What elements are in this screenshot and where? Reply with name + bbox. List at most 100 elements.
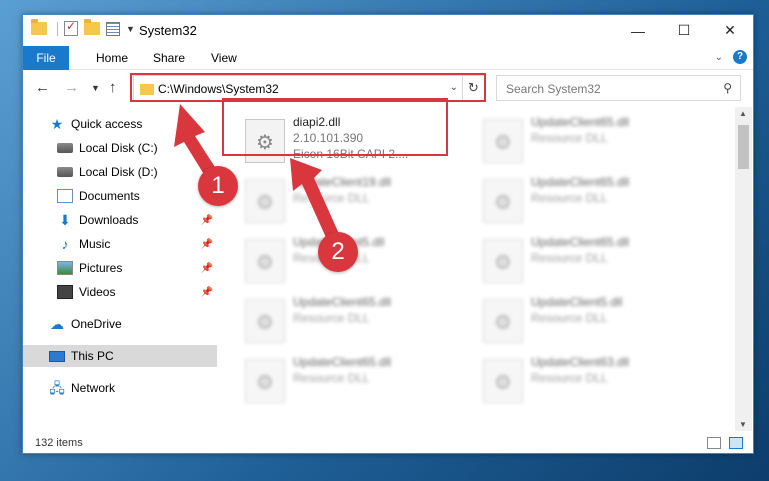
sidebar-item-music[interactable]: ♪ Music 📌 — [23, 233, 217, 255]
file-name: UpdateClient65.dll — [293, 355, 392, 369]
cloud-icon: ☁ — [50, 316, 64, 332]
large-icons-view-icon[interactable] — [729, 437, 743, 449]
file-item[interactable]: UpdateClient19.dll Resource DLL — [245, 175, 465, 231]
sidebar-item-onedrive[interactable]: ☁ OneDrive — [23, 313, 217, 335]
pin-icon[interactable]: 📌 — [201, 263, 213, 274]
maximize-button[interactable]: ☐ — [661, 15, 707, 46]
expand-ribbon-icon[interactable]: ⌄ — [715, 52, 723, 63]
dll-file-icon — [245, 179, 285, 223]
sidebar-item-quick-access[interactable]: ★ Quick access — [23, 113, 217, 135]
item-count: 132 items — [35, 437, 83, 449]
minimize-button[interactable]: — — [615, 15, 661, 46]
back-arrow-icon[interactable]: ← — [35, 79, 50, 96]
window-title: System32 — [139, 23, 197, 38]
sidebar-item-pictures[interactable]: Pictures 📌 — [23, 257, 217, 279]
file-item[interactable]: UpdateClient65.dll Resource DLL — [483, 235, 703, 291]
file-description: Resource DLL — [293, 191, 370, 205]
dll-file-icon — [245, 359, 285, 403]
download-icon: ⬇ — [59, 212, 71, 228]
forward-arrow-icon[interactable]: → — [64, 79, 79, 96]
search-box[interactable]: Search System32 ⚲ — [496, 75, 741, 101]
star-icon: ★ — [50, 116, 64, 132]
recent-locations-icon[interactable]: ▼ — [91, 83, 100, 93]
ribbon-tabs: File Home Share View ⌄ ? — [23, 46, 753, 70]
file-description: Resource DLL — [531, 191, 608, 205]
sidebar-item-local-disk-d[interactable]: Local Disk (D:) — [23, 161, 217, 183]
file-description: Resource DLL — [293, 311, 370, 325]
tab-home[interactable]: Home — [96, 46, 128, 70]
sidebar-item-network[interactable]: 🖧 Network — [23, 377, 217, 399]
view-switcher — [707, 437, 743, 449]
dll-file-icon — [245, 239, 285, 283]
scroll-down-icon[interactable]: ▼ — [739, 420, 747, 429]
new-folder-icon[interactable] — [84, 19, 100, 35]
up-arrow-icon[interactable]: ↑ — [109, 79, 117, 96]
navigation-pane: ★ Quick access Local Disk (C:) Local Dis… — [23, 111, 219, 431]
sidebar-item-label: Pictures — [79, 261, 123, 275]
folder-icon — [31, 19, 47, 35]
sidebar-item-label: Network — [71, 381, 116, 395]
window-controls: — ☐ ✕ — [615, 15, 753, 46]
file-description: Resource DLL — [531, 311, 608, 325]
dll-file-icon — [483, 239, 523, 283]
file-item[interactable]: UpdateClient63.dll Resource DLL — [483, 355, 703, 411]
help-icon[interactable]: ? — [733, 50, 747, 64]
tab-file[interactable]: File — [23, 46, 69, 70]
file-description: Resource DLL — [531, 371, 608, 385]
file-name: UpdateClient63.dll — [531, 355, 630, 369]
pin-icon[interactable]: 📌 — [201, 287, 213, 298]
details-view-icon[interactable] — [707, 437, 721, 449]
sidebar-item-label: Local Disk (C:) — [79, 141, 158, 155]
file-description: Resource DLL — [293, 371, 370, 385]
sidebar-item-label: Downloads — [79, 213, 139, 227]
tab-share[interactable]: Share — [153, 46, 185, 70]
disk-icon — [57, 167, 73, 177]
sidebar-item-this-pc[interactable]: This PC — [23, 345, 217, 367]
scroll-up-icon[interactable]: ▲ — [739, 109, 747, 118]
file-name: UpdateClient65.dll — [531, 115, 630, 129]
file-description: Resource DLL — [531, 131, 608, 145]
file-item[interactable]: UpdateClient65.dll Resource DLL — [245, 355, 465, 411]
sidebar-item-label: Documents — [79, 189, 140, 203]
sidebar-item-local-disk-c[interactable]: Local Disk (C:) — [23, 137, 217, 159]
dll-file-icon — [245, 299, 285, 343]
disk-icon — [57, 143, 73, 153]
dll-file-icon — [483, 119, 523, 163]
file-name: UpdateClient65.dll — [293, 295, 392, 309]
music-icon: ♪ — [61, 236, 69, 252]
sidebar-item-label: Music — [79, 237, 111, 251]
pin-icon[interactable]: 📌 — [201, 215, 213, 226]
customize-toolbar-icon[interactable]: ▼ — [126, 24, 135, 34]
properties-icon[interactable] — [106, 21, 120, 36]
file-name: UpdateClient65.dll — [531, 175, 630, 189]
file-item[interactable]: UpdateClient65.dll Resource DLL — [245, 295, 465, 351]
computer-icon — [49, 350, 65, 362]
properties-check-icon[interactable] — [64, 19, 78, 36]
search-placeholder[interactable]: Search System32 — [506, 82, 601, 96]
dll-file-icon — [483, 359, 523, 403]
search-icon[interactable]: ⚲ — [723, 81, 732, 95]
pin-icon[interactable]: 📌 — [201, 239, 213, 250]
close-button[interactable]: ✕ — [707, 15, 753, 46]
step-badge-1: 1 — [198, 166, 238, 206]
file-description: Resource DLL — [531, 251, 608, 265]
file-name: UpdateClient5.dll — [531, 295, 623, 309]
vertical-scrollbar[interactable]: ▲ ▼ — [735, 107, 752, 431]
document-icon — [57, 189, 73, 203]
sidebar-item-documents[interactable]: Documents — [23, 185, 217, 207]
video-icon — [57, 285, 73, 299]
picture-icon — [57, 261, 73, 275]
dll-file-icon — [483, 299, 523, 343]
sidebar-item-label: OneDrive — [71, 317, 122, 331]
sidebar-item-downloads[interactable]: ⬇ Downloads 📌 — [23, 209, 217, 231]
sidebar-item-videos[interactable]: Videos 📌 — [23, 281, 217, 303]
tab-view[interactable]: View — [211, 46, 237, 70]
status-bar: 132 items — [23, 433, 753, 455]
sidebar-item-label: Videos — [79, 285, 116, 299]
file-item[interactable]: UpdateClient65.dll Resource DLL — [483, 115, 703, 171]
title-bar: ▼ System32 — ☐ ✕ — [23, 15, 753, 46]
file-item[interactable]: UpdateClient5.dll Resource DLL — [483, 295, 703, 351]
file-highlight — [222, 98, 448, 156]
file-item[interactable]: UpdateClient65.dll Resource DLL — [483, 175, 703, 231]
scrollbar-thumb[interactable] — [738, 125, 749, 169]
